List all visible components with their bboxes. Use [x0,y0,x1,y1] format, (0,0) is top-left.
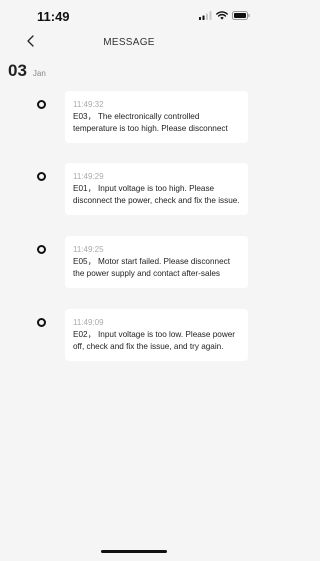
timeline-bullet-icon [37,172,46,181]
message-card[interactable]: 11:49:09 E02， Input voltage is too low. … [65,309,248,361]
message-card[interactable]: 11:49:32 E03， The electronically control… [65,91,248,143]
message-item: 11:49:25 E05， Motor start failed. Please… [0,236,258,288]
message-item: 11:49:29 E01， Input voltage is too high.… [0,163,258,215]
message-text: E03， The electronically controlled tempe… [73,112,228,133]
message-item: 11:49:32 E03， The electronically control… [0,91,258,143]
timeline-bullet-icon [37,100,46,109]
message-time: 11:49:29 [73,172,104,181]
date-label: 03 Jan [8,61,46,81]
message-time: 11:49:32 [73,100,104,109]
header: MESSAGE [0,32,258,56]
message-text: E02， Input voltage is too low. Please po… [73,330,236,351]
status-time: 11:49 [37,9,70,24]
message-item: 11:49:09 E02， Input voltage is too low. … [0,309,258,361]
status-bar: 11:49 [0,0,258,28]
message-time: 11:49:25 [73,245,104,254]
battery-icon [232,7,250,25]
home-indicator[interactable] [101,550,167,553]
date-month: Jan [32,69,46,78]
cellular-signal-icon [199,7,212,25]
wifi-icon [216,7,228,25]
status-icons [199,11,250,21]
timeline-bullet-icon [37,318,46,327]
page-title: MESSAGE [103,37,155,48]
date-day: 03 [8,61,27,80]
message-time: 11:49:09 [73,318,104,327]
timeline-bullet-icon [37,245,46,254]
message-text: E05， Motor start failed. Please disconne… [73,257,231,278]
message-text: E01， Input voltage is too high. Please d… [73,184,240,205]
message-card[interactable]: 11:49:25 E05， Motor start failed. Please… [65,236,248,288]
message-card[interactable]: 11:49:29 E01， Input voltage is too high.… [65,163,248,215]
